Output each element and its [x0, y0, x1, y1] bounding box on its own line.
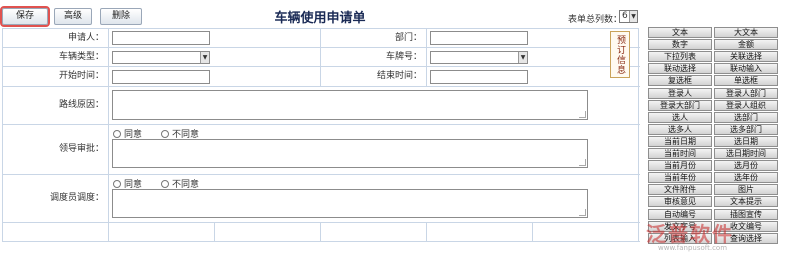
- palette-button[interactable]: 联动输入: [714, 63, 778, 74]
- end-time-cell: [427, 67, 639, 86]
- department-label: 部门：: [321, 29, 427, 47]
- delete-button[interactable]: 删除: [100, 8, 142, 25]
- palette-button[interactable]: 发文字号: [648, 221, 712, 232]
- empty-cell: [3, 223, 109, 241]
- plate-number-cell: ▼: [427, 48, 639, 66]
- chevron-down-icon: ▼: [200, 52, 209, 63]
- palette-button[interactable]: 选人: [648, 112, 712, 123]
- palette-button[interactable]: 复选框: [648, 75, 712, 86]
- start-time-label: 开始时间：: [3, 67, 109, 86]
- form-row-dispatcher: 调度员调度： 同意 不同意: [3, 175, 640, 223]
- radio-circle-icon: [161, 179, 169, 188]
- form-row-time: 开始时间： 结束时间：: [3, 67, 640, 87]
- form-grid: 申请人： 部门： 车辆类型： ▼ 车牌号： ▼ 开始时间： 结束时间： 路线原因…: [2, 28, 640, 242]
- radio-circle-icon: [113, 179, 121, 188]
- palette-button[interactable]: 选多部门: [714, 124, 778, 135]
- palette-button[interactable]: 列表输入: [648, 233, 712, 244]
- palette-button[interactable]: 关联选择: [714, 51, 778, 62]
- palette-button[interactable]: 选年份: [714, 172, 778, 183]
- route-reason-label: 路线原因：: [3, 87, 109, 124]
- leader-approval-cell: 同意 不同意: [109, 125, 639, 174]
- plate-number-label: 车牌号：: [321, 48, 427, 66]
- palette-button[interactable]: 单选框: [714, 75, 778, 86]
- vehicle-type-select[interactable]: ▼: [112, 51, 210, 64]
- palette-button[interactable]: 登录大部门: [648, 100, 712, 111]
- palette-button[interactable]: 当前日期: [648, 136, 712, 147]
- applicant-label: 申请人：: [3, 29, 109, 47]
- palette-button[interactable]: 选月份: [714, 160, 778, 171]
- chevron-down-icon: ▼: [629, 11, 637, 22]
- palette-button[interactable]: 联动选择: [648, 63, 712, 74]
- palette-button[interactable]: 数字: [648, 39, 712, 50]
- palette-button[interactable]: 登录人: [648, 88, 712, 99]
- empty-cell: [109, 223, 215, 241]
- palette-button[interactable]: 文本提示: [714, 196, 778, 207]
- empty-cell: [533, 223, 639, 241]
- palette-button[interactable]: 选日期时间: [714, 148, 778, 159]
- dispatcher-cell: 同意 不同意: [109, 175, 639, 222]
- empty-cell: [215, 223, 321, 241]
- palette-button[interactable]: 选日期: [714, 136, 778, 147]
- palette-button[interactable]: 选多人: [648, 124, 712, 135]
- palette-button[interactable]: 文件附件: [648, 184, 712, 195]
- empty-cell: [427, 223, 533, 241]
- palette-button[interactable]: 大文本: [714, 27, 778, 38]
- palette-button[interactable]: 自动编号: [648, 209, 712, 220]
- start-time-input[interactable]: [112, 70, 210, 84]
- palette-button[interactable]: 插图宣传: [714, 209, 778, 220]
- department-cell: [427, 29, 639, 47]
- palette-button[interactable]: 图片: [714, 184, 778, 195]
- column-count-select[interactable]: 6 ▼: [619, 10, 638, 23]
- form-row-empty: [3, 223, 640, 242]
- form-row-applicant: 申请人： 部门：: [3, 29, 640, 48]
- applicant-input[interactable]: [112, 31, 210, 45]
- palette-button[interactable]: 文本: [648, 27, 712, 38]
- column-count-value: 6: [622, 11, 628, 21]
- palette-button[interactable]: 查询选择: [714, 233, 778, 244]
- palette-button[interactable]: 当前月份: [648, 160, 712, 171]
- radio-circle-icon: [161, 129, 169, 138]
- palette-button[interactable]: 当前年份: [648, 172, 712, 183]
- route-reason-textarea[interactable]: [112, 90, 588, 120]
- chevron-down-icon: ▼: [518, 52, 527, 63]
- palette-button[interactable]: 金额: [714, 39, 778, 50]
- palette-button[interactable]: 登录人组织: [714, 100, 778, 111]
- watermark-url: www.fanpusoft.com: [658, 244, 728, 252]
- palette-button[interactable]: 选部门: [714, 112, 778, 123]
- plate-number-select[interactable]: ▼: [430, 51, 528, 64]
- radio-circle-icon: [113, 129, 121, 138]
- form-title: 车辆使用申请单: [274, 11, 366, 26]
- leader-approval-textarea[interactable]: [112, 139, 588, 168]
- column-count-label: 表单总列数：: [568, 15, 623, 25]
- save-button[interactable]: 保存: [0, 6, 50, 27]
- palette-button[interactable]: 收文编号: [714, 221, 778, 232]
- route-reason-cell: [109, 87, 639, 124]
- dispatcher-label: 调度员调度：: [3, 175, 109, 222]
- end-time-input[interactable]: [430, 70, 528, 84]
- palette-button[interactable]: 审核意见: [648, 196, 712, 207]
- palette-button[interactable]: 下拉列表: [648, 51, 712, 62]
- palette-button[interactable]: 当前时间: [648, 148, 712, 159]
- form-row-route: 路线原因：: [3, 87, 640, 125]
- start-time-cell: [109, 67, 321, 86]
- dispatcher-textarea[interactable]: [112, 189, 588, 218]
- department-input[interactable]: [430, 31, 528, 45]
- end-time-label: 结束时间：: [321, 67, 427, 86]
- form-row-leader-approval: 领导审批： 同意 不同意: [3, 125, 640, 175]
- form-row-vehicle: 车辆类型： ▼ 车牌号： ▼: [3, 48, 640, 67]
- palette-button[interactable]: 登录人部门: [714, 88, 778, 99]
- leader-approval-label: 领导审批：: [3, 125, 109, 174]
- booking-info-note: 预订信息: [610, 31, 630, 78]
- applicant-cell: [109, 29, 321, 47]
- advanced-button[interactable]: 高级: [54, 8, 92, 25]
- vehicle-type-cell: ▼: [109, 48, 321, 66]
- vehicle-type-label: 车辆类型：: [3, 48, 109, 66]
- empty-cell: [321, 223, 427, 241]
